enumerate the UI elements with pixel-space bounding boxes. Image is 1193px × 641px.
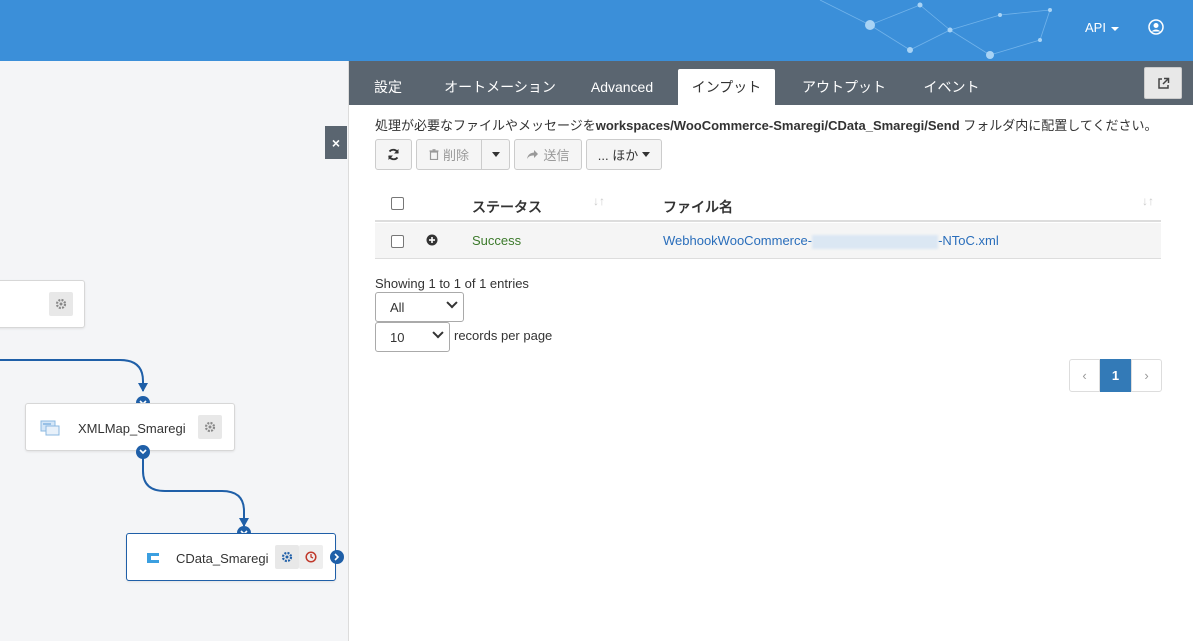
table-header: ステータス ↓↑ ファイル名 ↓↑ [375, 186, 1161, 222]
chevron-down-icon [139, 449, 147, 455]
clock-icon [305, 551, 317, 563]
node-settings-button[interactable] [49, 292, 73, 316]
tab-events[interactable]: イベント [914, 69, 989, 105]
pagination-prev-button[interactable]: ‹ [1069, 359, 1100, 392]
page-size-select[interactable]: 10 [375, 322, 450, 352]
gear-icon [281, 551, 293, 563]
flow-canvas[interactable]: XMLMap_Smaregi CData_Smaregi [0, 61, 348, 641]
tab-output[interactable]: アウトプット [789, 69, 899, 105]
node-schedule-button[interactable] [299, 545, 323, 569]
delete-dropdown-button[interactable] [481, 139, 510, 170]
status-filter-select[interactable]: All [375, 292, 464, 322]
flow-node-cdata[interactable]: CData_Smaregi [126, 533, 336, 581]
pagination: ‹ 1 › [1069, 359, 1162, 392]
user-account-icon[interactable] [1148, 19, 1164, 35]
gear-icon [204, 421, 216, 433]
flow-node-label: XMLMap_Smaregi [78, 421, 186, 436]
flow-node-xmlmap[interactable]: XMLMap_Smaregi [25, 403, 235, 451]
delete-button[interactable]: 削除 [416, 139, 482, 170]
caret-down-icon [1110, 26, 1119, 31]
caret-down-icon [642, 152, 651, 157]
column-header-filename[interactable]: ファイル名 [663, 197, 733, 217]
more-actions-button[interactable]: ... ほか [586, 139, 662, 170]
sort-icon[interactable]: ↓↑ [593, 194, 605, 208]
row-status: Success [472, 233, 522, 248]
node-settings-button[interactable] [198, 415, 222, 439]
trash-icon [429, 149, 439, 160]
tab-settings[interactable]: 設定 [363, 69, 413, 105]
panel-tabs: 設定 オートメーション Advanced インプット アウトプット イベント [349, 61, 1193, 105]
input-instruction-text: 処理が必要なファイルやメッセージをworkspaces/WooCommerce-… [375, 118, 1158, 133]
close-icon: × [331, 134, 341, 151]
sort-icon[interactable]: ↓↑ [1142, 194, 1154, 208]
api-dropdown[interactable]: API [1085, 20, 1119, 35]
chevron-down-icon [432, 327, 444, 339]
share-arrow-icon [527, 150, 539, 159]
row-checkbox[interactable] [391, 235, 404, 248]
send-folder-path: workspaces/WooCommerce-Smaregi/CData_Sma… [595, 118, 960, 133]
table-info-text: Showing 1 to 1 of 1 entries [375, 276, 529, 291]
popout-button[interactable] [1144, 67, 1182, 99]
select-all-checkbox[interactable] [391, 197, 404, 210]
node-output-connector[interactable] [136, 445, 150, 459]
node-right-connector[interactable] [330, 550, 344, 564]
pagination-page-1[interactable]: 1 [1100, 359, 1131, 392]
redacted-text [812, 234, 939, 249]
cdata-connector-icon [147, 553, 159, 563]
xml-map-icon [40, 420, 60, 436]
flow-node-partial[interactable] [0, 280, 85, 328]
caret-down-icon [491, 152, 500, 157]
external-link-icon [1157, 77, 1169, 89]
chevron-right-icon [334, 553, 340, 561]
tab-input[interactable]: インプット [678, 69, 775, 105]
connector-detail-panel: 設定 オートメーション Advanced インプット アウトプット イベント 処… [348, 61, 1193, 641]
chevron-down-icon [446, 297, 458, 309]
pagination-next-button[interactable]: › [1131, 359, 1162, 392]
network-decoration-icon [819, 0, 1052, 59]
table-row[interactable]: Success WebhookWooCommerce- -NToC.xml [375, 223, 1161, 259]
expand-plus-icon[interactable] [426, 234, 438, 246]
tab-advanced[interactable]: Advanced [582, 69, 662, 105]
records-per-page-label: records per page [454, 328, 553, 343]
refresh-button[interactable] [375, 139, 412, 170]
node-settings-button[interactable] [275, 545, 299, 569]
send-button[interactable]: 送信 [514, 139, 582, 170]
refresh-icon [388, 148, 399, 161]
close-panel-button[interactable]: × [325, 126, 347, 159]
column-header-status[interactable]: ステータス [472, 197, 542, 217]
flow-node-label: CData_Smaregi [176, 551, 269, 566]
api-label: API [1085, 20, 1106, 35]
top-header: API [0, 0, 1193, 61]
tab-automation[interactable]: オートメーション [435, 69, 565, 105]
row-filename-link[interactable]: WebhookWooCommerce- -NToC.xml [663, 233, 999, 249]
gear-icon [55, 298, 67, 310]
